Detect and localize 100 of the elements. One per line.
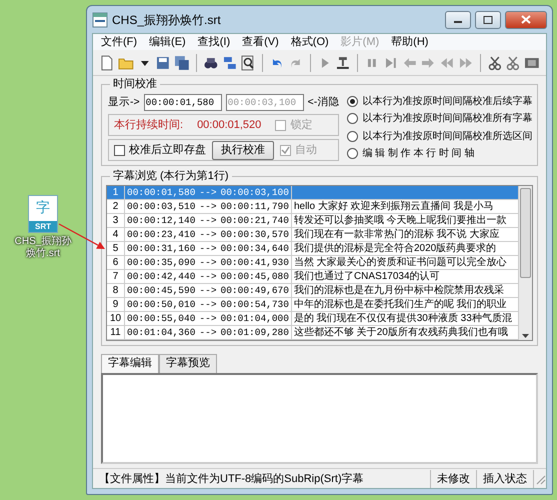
menu-item[interactable]: 帮助(H) (385, 35, 434, 49)
start-time: 00:00:23,410 (127, 228, 196, 241)
row-number: 10 (107, 312, 125, 325)
end-time: 00:00:54,730 (220, 298, 289, 311)
status-text: 插入状态 (477, 470, 534, 488)
start-time: 00:00:50,010 (127, 298, 196, 311)
subtitle-row[interactable]: 2 00:00:03,510 --> 00:00:11,790 hello 大家好 欢迎来到振翔云直播间 我是小马 (107, 200, 518, 214)
subtitle-row[interactable]: 5 00:00:31,160 --> 00:00:34,640 我们提供的混标是完全符合2020版药典要求的 (107, 242, 518, 256)
start-time: 00:00:31,160 (127, 242, 196, 255)
row-number: 4 (107, 228, 125, 241)
end-time: 00:00:21,740 (220, 214, 289, 227)
scrollbar[interactable] (518, 186, 532, 340)
checkbox-label: 校准后立即存盘 (129, 142, 206, 158)
checkbox[interactable] (114, 144, 125, 156)
menu-item[interactable]: 文件(F) (95, 35, 144, 49)
subtitle-text: hello 大家好 欢迎来到振翔云直播间 我是小马 (292, 200, 494, 213)
window-title: CHS_振翔孙焕竹.srt (112, 12, 222, 28)
menu-item[interactable]: 格式(O) (284, 35, 335, 49)
start-time: 00:01:04,360 (127, 326, 196, 339)
time-arrow: --> (199, 200, 217, 213)
editor-tab[interactable]: 字幕预览 (159, 354, 217, 373)
row-number: 6 (107, 256, 125, 269)
start-time: 00:00:03,510 (127, 200, 196, 213)
time-field[interactable]: 00:00:01,580 (144, 94, 222, 111)
duration-label: 本行持续时间: (114, 118, 184, 133)
subtitle-row[interactable]: 1 00:00:01,580 --> 00:00:03,100 (107, 186, 518, 200)
subtitle-text: 我们提供的混标是完全符合2020版药典要求的 (292, 242, 498, 255)
subtitle-row[interactable]: 4 00:00:23,410 --> 00:00:30,570 我们现在有一款非常热门的混标 我不说 大家应 (107, 228, 518, 242)
subtitle-row[interactable]: 10 00:00:55,040 --> 00:01:04,000 是的 我们现在不仅仅有提供30种液质 33种气质混 (107, 312, 518, 326)
row-number: 8 (107, 284, 125, 297)
duration-value: 00:00:01,520 (197, 118, 262, 133)
end-time: 00:00:30,570 (220, 228, 289, 241)
row-number: 11 (107, 326, 125, 339)
end-time: 00:00:41,930 (220, 256, 289, 269)
subtitle-editor[interactable] (101, 373, 538, 464)
time-arrow: --> (199, 270, 217, 283)
end-time: 00:00:03,100 (220, 186, 289, 199)
subtitle-row[interactable]: 11 00:01:04,360 --> 00:01:09,280 这些都还不够 关于20版所有农残药典我们也有哦 (107, 326, 518, 340)
scissors-icon[interactable] (486, 54, 502, 70)
scissors-icon[interactable] (505, 54, 522, 70)
close-icon (521, 15, 531, 24)
end-time: 00:00:11,790 (220, 200, 289, 213)
radio-label: 以本行为准按原时间间隔校准后续字幕 (362, 94, 532, 109)
subtitle-row[interactable]: 3 00:00:12,140 --> 00:00:21,740 转发还可以参抽奖哦 今天晚上呢我们要推出一款 (107, 214, 518, 228)
radio-label: 编 辑 制 作 本 行 时 间 轴 (362, 146, 475, 161)
time-arrow: --> (199, 298, 217, 311)
subtitle-row[interactable]: 9 00:00:50,010 --> 00:00:54,730 中年的混标也是在委托我们生产的呢 我们的职业 (107, 298, 518, 312)
subtitle-text: 我们的混标也是在九月份中标中检院禁用农残采 (292, 284, 505, 297)
start-time: 00:00:42,440 (127, 270, 196, 283)
time-arrow: --> (199, 228, 217, 241)
time-arrow: --> (199, 284, 217, 297)
menu-item[interactable]: 编辑(E) (143, 35, 192, 49)
subtitle-text: 这些都还不够 关于20版所有农残药典我们也有哦 (292, 326, 509, 339)
maximize-button[interactable] (475, 10, 501, 28)
start-time: 00:00:12,140 (127, 214, 196, 227)
time-arrow: --> (199, 256, 217, 269)
editor-tab[interactable]: 字幕编辑 (101, 354, 159, 373)
step-marker-icon[interactable] (335, 54, 352, 70)
row-number: 5 (107, 242, 125, 255)
menu-item[interactable]: 查看(V) (236, 35, 285, 49)
subtitle-text: 我们现在有一款非常热门的混标 我不说 大家应 (292, 228, 501, 241)
time-arrow: --> (199, 312, 217, 325)
group-title: 字幕浏览 (本行为第1行) (110, 169, 232, 183)
calibrate-button[interactable]: 执行校准 (212, 140, 274, 160)
radio-button[interactable] (347, 96, 358, 107)
radio-label: 以本行为准按原时间间隔校准所有字幕 (362, 112, 532, 126)
row-number: 9 (107, 298, 125, 311)
subtitle-row[interactable]: 6 00:00:35,090 --> 00:00:41,930 当然 大家最关心的资质和证书问题可以完全放心 (107, 256, 518, 270)
end-time: 00:01:09,280 (220, 326, 289, 339)
subtitle-text: 转发还可以参抽奖哦 今天晚上呢我们要推出一款 (292, 214, 508, 227)
subtitle-text: 我们也通过了CNAS17034的认可 (292, 270, 441, 283)
page-zoom-icon[interactable] (240, 54, 256, 70)
check-icon (281, 146, 290, 154)
maximize-icon (483, 16, 493, 24)
subtitle-text: 中年的混标也是在委托我们生产的呢 我们的职业 (292, 298, 508, 311)
save-all-icon[interactable] (174, 54, 190, 70)
scrollbar-thumb[interactable] (520, 188, 531, 278)
radio-button[interactable] (347, 148, 358, 159)
time-arrow: --> (199, 242, 217, 255)
file-badge: SRT (29, 221, 57, 232)
subtitle-row[interactable]: 8 00:00:45,590 --> 00:00:49,670 我们的混标也是在九月份中标中检院禁用农残采 (107, 284, 518, 298)
menu-item[interactable]: 查找(I) (192, 35, 236, 49)
minimize-button[interactable] (445, 10, 471, 28)
subtitle-row[interactable]: 7 00:00:42,440 --> 00:00:45,080 我们也通过了CNAS17034的认可 (107, 270, 518, 284)
resize-grip-icon[interactable] (534, 472, 546, 484)
save-icon[interactable] (155, 54, 172, 70)
field-label: <-消隐 (308, 94, 340, 110)
radio-label: 以本行为准按原时间间隔校准所选区间 (362, 130, 532, 144)
end-time: 00:00:49,670 (220, 284, 289, 297)
radio-button[interactable] (347, 130, 358, 142)
time-arrow: --> (199, 326, 217, 339)
subtitle-text: 是的 我们现在不仅仅有提供30种液质 33种气质混 (292, 312, 513, 325)
new-file-icon[interactable] (99, 54, 115, 70)
status-text: 未修改 (431, 470, 477, 488)
time-arrow: --> (199, 186, 217, 199)
app-icon (92, 12, 108, 28)
close-button[interactable] (505, 10, 547, 28)
row-number: 3 (107, 214, 125, 227)
start-time: 00:00:35,090 (127, 256, 196, 269)
radio-button[interactable] (347, 113, 358, 124)
